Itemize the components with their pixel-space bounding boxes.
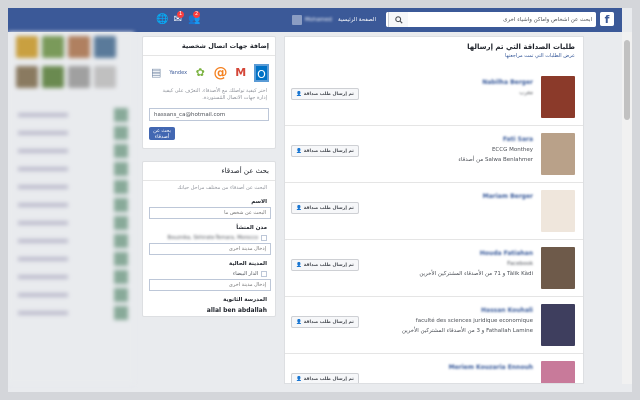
add-friend-icon: 👤 [296, 205, 302, 211]
icq-icon[interactable]: ✿ [193, 64, 207, 82]
friend-requests-badge: 2 [193, 11, 201, 18]
messages-icon[interactable]: ✉ 1 [172, 11, 185, 26]
add-friend-icon: 👤 [296, 91, 302, 97]
outlook-icon[interactable]: O [253, 64, 269, 82]
profile-picture[interactable] [541, 190, 575, 232]
friend-request-sent-label: تم إرسال طلب صداقة [303, 148, 354, 154]
request-name[interactable]: Meriem Kouzaria Ennouh [449, 364, 533, 371]
current-city-option[interactable]: الدار البيضاء [143, 269, 275, 279]
import-description: اختر كيفية تواصلك مع الأصدقاء. التعرّف ع… [162, 88, 267, 101]
current-city-value: الدار البيضاء [232, 271, 258, 277]
school-value: allal ben abdallah [206, 307, 267, 314]
nav-icons: 🌐 ✉ 1 👥 2 [156, 11, 201, 26]
request-mutual: Fathallah Lamine و 3 من الأصدقاء المشترك… [401, 328, 533, 334]
profile-picture[interactable] [541, 361, 575, 383]
page-scrollbar[interactable] [622, 32, 632, 384]
yandex-icon[interactable]: Yandex [169, 64, 187, 82]
search-card-subtitle: البحث عن أصدقاء من مختلف مراحل حياتك [177, 185, 267, 191]
profile-picture[interactable] [541, 304, 575, 346]
friend-request-sent-button[interactable]: 👤 تم إرسال طلب صداقة [291, 145, 359, 157]
request-name[interactable]: Mariam Berger [483, 193, 533, 200]
search-button[interactable] [388, 12, 408, 27]
search-icon [394, 15, 403, 24]
request-mutual: Salwa Benlahmer من أصدقاء [458, 157, 533, 163]
scrollbar-thumb[interactable] [624, 40, 630, 120]
request-detail: faculté des sciences juridique economiqu… [415, 318, 533, 324]
nav-links: الصفحة الرئيسية Mohamed [291, 15, 376, 25]
add-friend-icon: 👤 [296, 262, 302, 268]
messages-badge: 1 [177, 11, 185, 18]
search-box [386, 12, 596, 27]
current-city-label: المدينة الحالية [228, 261, 267, 267]
sent-requests-panel: طلبات الصداقة التي تم إرسالها عرض الطلبا… [284, 36, 584, 384]
notifications-globe-icon[interactable]: 🌐 [156, 14, 168, 26]
name-label: الاسم [251, 199, 267, 205]
search-card-title: بحث عن أصدقاء [143, 162, 275, 181]
add-friend-icon: 👤 [296, 319, 302, 325]
request-name[interactable]: Nabilha Berger [482, 79, 533, 86]
request-name[interactable]: Hassan Kouhali [481, 307, 533, 314]
find-friends-button[interactable]: بحث عن أصدقاء [149, 127, 175, 140]
hometown-checkbox[interactable] [261, 235, 267, 241]
provider-list: ▤ Yandex ✿ @ M O [143, 56, 275, 86]
left-column: إضافة جهات اتصال شخصية ▤ Yandex ✿ @ M O … [142, 36, 276, 329]
request-row: Meriem Kouzaria Ennouh 👤 تم إرسال طلب صدا… [285, 354, 583, 383]
request-row: Hassan Kouhali faculté des sciences juri… [285, 297, 583, 354]
gmail-icon[interactable]: M [234, 64, 248, 82]
friend-request-sent-button[interactable]: 👤 تم إرسال طلب صداقة [291, 259, 359, 271]
sent-requests-header: طلبات الصداقة التي تم إرسالها عرض الطلبا… [285, 37, 583, 61]
request-detail: Facebook [507, 261, 533, 267]
import-contacts-card: إضافة جهات اتصال شخصية ▤ Yandex ✿ @ M O … [142, 36, 276, 149]
request-detail: مغرب [519, 90, 533, 96]
friend-request-sent-label: تم إرسال طلب صداقة [303, 376, 354, 382]
avatar [291, 15, 302, 25]
facebook-logo-icon[interactable]: f [600, 12, 614, 26]
hometown-input[interactable] [149, 243, 271, 255]
current-city-checkbox[interactable] [261, 271, 267, 277]
friend-request-sent-label: تم إرسال طلب صداقة [303, 91, 354, 97]
add-friend-icon: 👤 [296, 376, 302, 382]
request-row: Fati Sara ECCG Monthey Salwa Benlahmer م… [285, 126, 583, 183]
profile-link[interactable]: Mohamed [291, 15, 333, 25]
hometown-option[interactable]: Bouznika, Skhirate-Temara, Morocco [143, 233, 275, 243]
blurred-left-panel [8, 32, 134, 384]
friend-request-sent-label: تم إرسال طلب صداقة [303, 205, 354, 211]
add-friend-icon: 👤 [296, 148, 302, 154]
request-row: Nabilha Berger مغرب 👤 تم إرسال طلب صداقة [285, 69, 583, 126]
friend-requests-icon[interactable]: 👥 2 [188, 11, 201, 26]
request-name[interactable]: Houda Fatiahan [480, 250, 533, 257]
school-label: المدرسة الثانوية [223, 297, 267, 303]
request-detail: ECCG Monthey [491, 147, 533, 153]
search-input[interactable] [408, 12, 596, 27]
top-navigation-bar: f الصفحة الرئيسية Mohamed 🌐 ✉1 👥2 [8, 8, 622, 32]
request-row: Houda Fatiahan Facebook Tàlik Kàdi و 71 … [285, 240, 583, 297]
friend-request-sent-button[interactable]: 👤 تم إرسال طلب صداقة [291, 373, 359, 383]
friend-request-sent-button[interactable]: 👤 تم إرسال طلب صداقة [291, 202, 359, 214]
email-field[interactable] [149, 108, 269, 121]
friend-request-sent-button[interactable]: 👤 تم إرسال طلب صداقة [291, 316, 359, 328]
at-sign-icon[interactable]: @ [213, 64, 227, 82]
home-link[interactable]: الصفحة الرئيسية [338, 17, 376, 23]
friend-request-sent-button[interactable]: 👤 تم إرسال طلب صداقة [291, 88, 359, 100]
friend-request-sent-label: تم إرسال طلب صداقة [303, 319, 354, 325]
reviewed-requests-link[interactable]: عرض الطلبات التي تمت مراجعتها [293, 51, 575, 59]
name-search-input[interactable] [149, 207, 271, 219]
request-row: Mariam Berger 👤 تم إرسال طلب صداقة [285, 183, 583, 240]
request-mutual: Tàlik Kàdi و 71 من الأصدقاء المشتركين ال… [419, 271, 533, 277]
profile-picture[interactable] [541, 76, 575, 118]
profile-name: Mohamed [304, 17, 333, 23]
hometown-value: Bouznika, Skhirate-Temara, Morocco [167, 235, 258, 241]
hometown-label: مدن المنشأ [236, 225, 267, 231]
page-title: طلبات الصداقة التي تم إرسالها [467, 43, 575, 51]
search-friends-card: بحث عن أصدقاء البحث عن أصدقاء من مختلف م… [142, 161, 276, 317]
friend-request-sent-label: تم إرسال طلب صداقة [303, 262, 354, 268]
current-city-input[interactable] [149, 279, 271, 291]
profile-picture[interactable] [541, 133, 575, 175]
import-card-title: إضافة جهات اتصال شخصية [143, 37, 275, 56]
profile-picture[interactable] [541, 247, 575, 289]
other-provider-icon[interactable]: ▤ [149, 64, 163, 82]
request-name[interactable]: Fati Sara [503, 136, 533, 143]
